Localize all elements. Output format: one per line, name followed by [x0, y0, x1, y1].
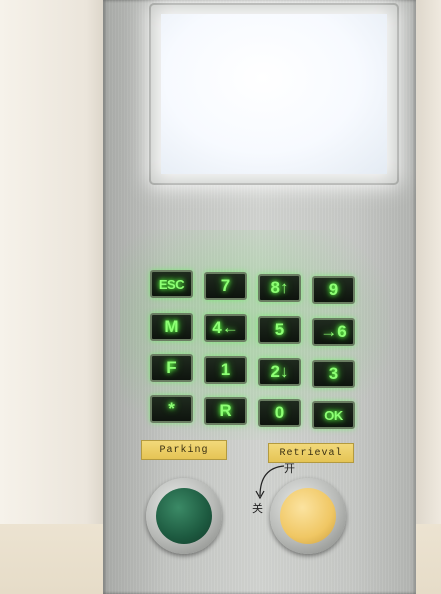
key-esc[interactable]: ESC	[150, 270, 193, 298]
key-f[interactable]: F	[150, 354, 193, 382]
key-ok[interactable]: OK	[312, 401, 355, 429]
parking-button[interactable]	[146, 478, 222, 554]
key-star[interactable]: *	[150, 395, 193, 423]
keypad: ESC 7 8↑ 9 M 4← 5 →6 F 1 2↓ 3 * R 0 OK	[150, 270, 370, 430]
key-2-down[interactable]: 2↓	[258, 358, 301, 386]
parking-button-cap[interactable]	[156, 488, 212, 544]
key-0[interactable]: 0	[258, 399, 301, 427]
key-9[interactable]: 9	[312, 276, 355, 304]
key-6-right[interactable]: →6	[312, 318, 355, 346]
key-7[interactable]: 7	[204, 272, 247, 300]
parking-label: Parking	[141, 440, 227, 460]
key-5[interactable]: 5	[258, 316, 301, 344]
key-1[interactable]: 1	[204, 356, 247, 384]
display-frame	[151, 5, 397, 183]
display-screen	[161, 14, 387, 174]
key-3[interactable]: 3	[312, 360, 355, 388]
dial-close-label: 关	[252, 502, 263, 515]
wall-left	[0, 0, 108, 594]
key-8-up[interactable]: 8↑	[258, 274, 301, 302]
rotation-arrow-icon	[255, 465, 285, 500]
key-m[interactable]: M	[150, 313, 193, 341]
retrieval-label: Retrieval	[268, 443, 354, 463]
key-r[interactable]: R	[204, 397, 247, 425]
key-4-left[interactable]: 4←	[204, 314, 247, 342]
